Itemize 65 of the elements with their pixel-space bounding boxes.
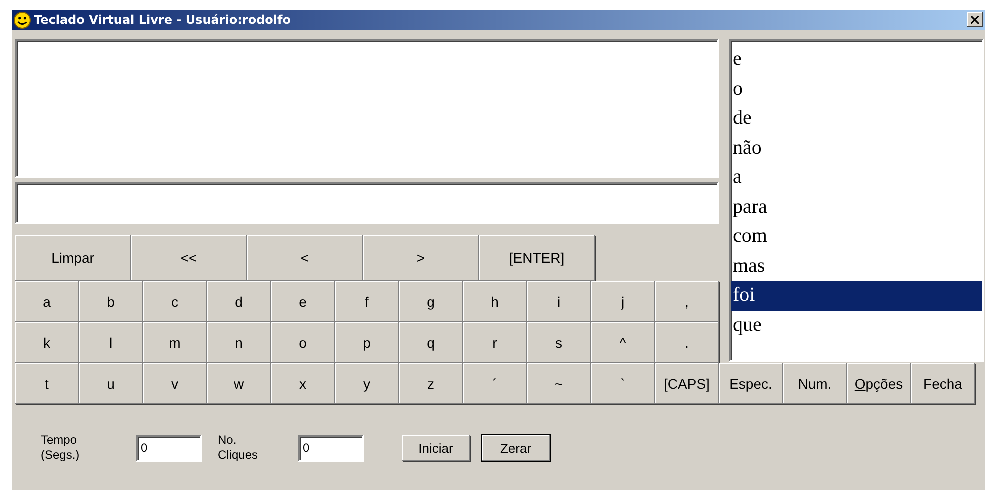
key-button[interactable]: Espec. (719, 363, 783, 404)
key-button[interactable]: p (335, 322, 399, 363)
key-button[interactable]: z (399, 363, 463, 404)
key-button[interactable]: Opções (847, 363, 911, 404)
text-area[interactable] (15, 39, 719, 178)
key-button[interactable]: c (143, 281, 207, 322)
key-button[interactable]: Fecha (911, 363, 975, 404)
key-button[interactable]: v (143, 363, 207, 404)
command-button[interactable]: Limpar (15, 235, 131, 281)
key-button[interactable]: a (15, 281, 79, 322)
key-button[interactable]: n (207, 322, 271, 363)
key-button[interactable]: ^ (591, 322, 655, 363)
word-list-item[interactable]: não (731, 134, 982, 163)
key-button[interactable]: y (335, 363, 399, 404)
word-list-item[interactable]: para (731, 192, 982, 222)
key-button[interactable]: m (143, 322, 207, 363)
word-list-item[interactable]: o (731, 74, 982, 104)
close-icon (971, 16, 979, 24)
key-button[interactable]: w (207, 363, 271, 404)
key-button[interactable]: s (527, 322, 591, 363)
key-button[interactable]: b (79, 281, 143, 322)
key-button[interactable]: u (79, 363, 143, 404)
key-button[interactable]: e (271, 281, 335, 322)
time-field[interactable]: 0 (136, 434, 202, 462)
word-list-item[interactable]: mas (731, 252, 982, 281)
key-button[interactable]: [CAPS] (655, 363, 719, 404)
word-list[interactable]: e o de não a para com mas foi que (729, 39, 984, 362)
key-button[interactable]: i (527, 281, 591, 322)
key-button[interactable]: x (271, 363, 335, 404)
key-button[interactable]: g (399, 281, 463, 322)
word-list-item[interactable]: a (731, 163, 982, 192)
command-button[interactable]: < (247, 235, 363, 281)
footer-button[interactable]: Iniciar (402, 435, 470, 461)
footer-button[interactable]: Zerar (482, 435, 550, 461)
key-button[interactable]: ´ (463, 363, 527, 404)
input-field[interactable] (15, 182, 719, 224)
key-button[interactable]: ~ (527, 363, 591, 404)
key-button[interactable]: f (335, 281, 399, 322)
key-button[interactable]: t (15, 363, 79, 404)
command-button[interactable]: [ENTER] (479, 235, 595, 281)
word-list-item[interactable]: de (731, 104, 982, 134)
key-button[interactable]: . (655, 322, 719, 363)
command-button[interactable]: > (363, 235, 479, 281)
word-list-item[interactable]: que (731, 310, 982, 340)
key-button[interactable]: q (399, 322, 463, 363)
key-button[interactable]: h (463, 281, 527, 322)
word-list-item[interactable]: e (731, 45, 982, 74)
clicks-field[interactable]: 0 (298, 434, 364, 462)
key-button[interactable]: l (79, 322, 143, 363)
key-button[interactable]: r (463, 322, 527, 363)
window-title: Teclado Virtual Livre - Usuário:rodolfo (34, 13, 291, 27)
key-button[interactable]: j (591, 281, 655, 322)
word-list-item[interactable]: com (731, 222, 982, 252)
command-button[interactable]: << (131, 235, 247, 281)
close-button[interactable] (967, 12, 983, 27)
key-button[interactable]: ` (591, 363, 655, 404)
word-list-item[interactable]: foi (731, 281, 982, 310)
key-button[interactable]: o (271, 322, 335, 363)
smiley-icon (14, 12, 31, 28)
key-button[interactable]: d (207, 281, 271, 322)
key-button[interactable]: Num. (783, 363, 847, 404)
key-button[interactable]: k (15, 322, 79, 363)
key-button[interactable]: , (655, 281, 719, 322)
clicks-label: No. Cliques (218, 433, 260, 463)
time-label: Tempo (Segs.) (41, 433, 81, 463)
